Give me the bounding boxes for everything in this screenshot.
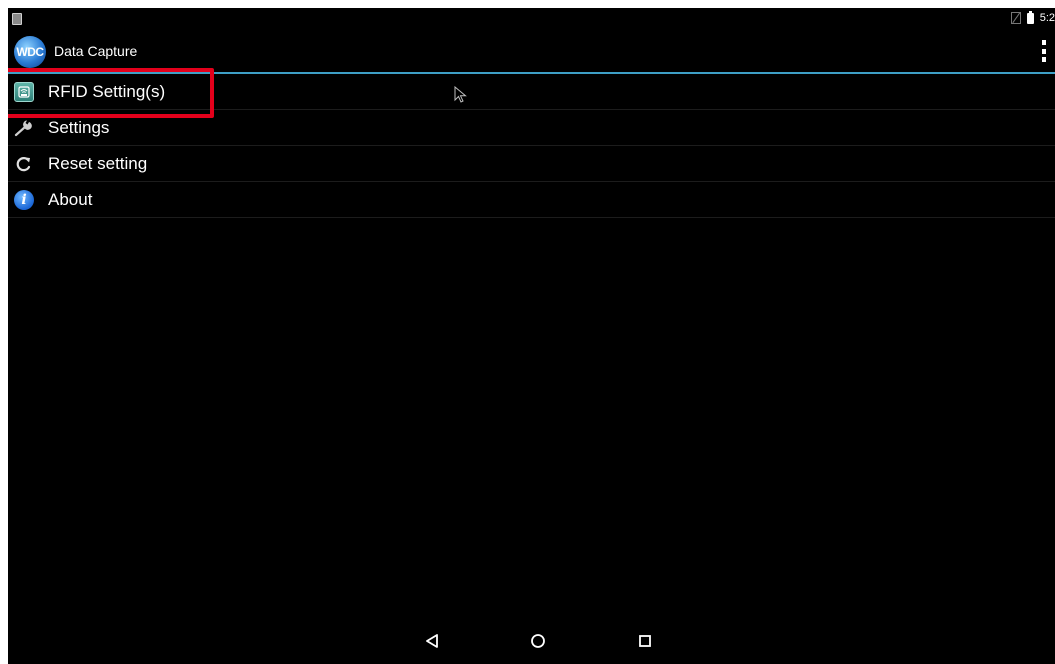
menu-item-label: RFID Setting(s) bbox=[48, 81, 166, 101]
menu-item-label: Reset setting bbox=[48, 153, 148, 173]
menu-item-rfid-settings[interactable]: RFID Setting(s) bbox=[8, 68, 1055, 118]
settings-menu-list: RFID Setting(s) Settings Reset setting i… bbox=[8, 68, 1055, 218]
info-glyph: i bbox=[14, 189, 34, 210]
navigation-bar bbox=[8, 618, 1055, 664]
menu-item-about[interactable]: i About bbox=[8, 182, 1055, 218]
status-bar: 5:2 bbox=[8, 8, 1055, 30]
reset-icon bbox=[13, 153, 35, 175]
notification-icon bbox=[12, 13, 22, 25]
info-icon: i bbox=[13, 189, 35, 211]
battery-icon bbox=[1026, 10, 1034, 24]
menu-item-reset-setting[interactable]: Reset setting bbox=[8, 146, 1055, 182]
menu-item-settings[interactable]: Settings bbox=[8, 110, 1055, 146]
action-bar: WDC Data Capture bbox=[8, 30, 1055, 74]
app-logo-icon: WDC bbox=[14, 36, 46, 68]
wrench-icon bbox=[13, 117, 35, 139]
app-logo-text: WDC bbox=[16, 45, 44, 59]
no-sim-icon bbox=[1010, 12, 1021, 24]
back-icon[interactable] bbox=[422, 630, 444, 652]
menu-item-label: About bbox=[48, 189, 93, 209]
overflow-menu-icon[interactable] bbox=[1039, 40, 1049, 62]
home-icon[interactable] bbox=[527, 630, 549, 652]
menu-item-label: Settings bbox=[48, 117, 110, 137]
recents-icon[interactable] bbox=[634, 630, 656, 652]
status-time: 5:2 bbox=[1039, 12, 1055, 24]
rfid-icon bbox=[13, 81, 35, 103]
mouse-cursor-icon bbox=[454, 86, 467, 103]
status-icons: 5:2 bbox=[1010, 10, 1055, 24]
device-screen: 5:2 WDC Data Capture RFID Setting(s) Set… bbox=[8, 8, 1055, 664]
app-title: Data Capture bbox=[54, 43, 138, 59]
